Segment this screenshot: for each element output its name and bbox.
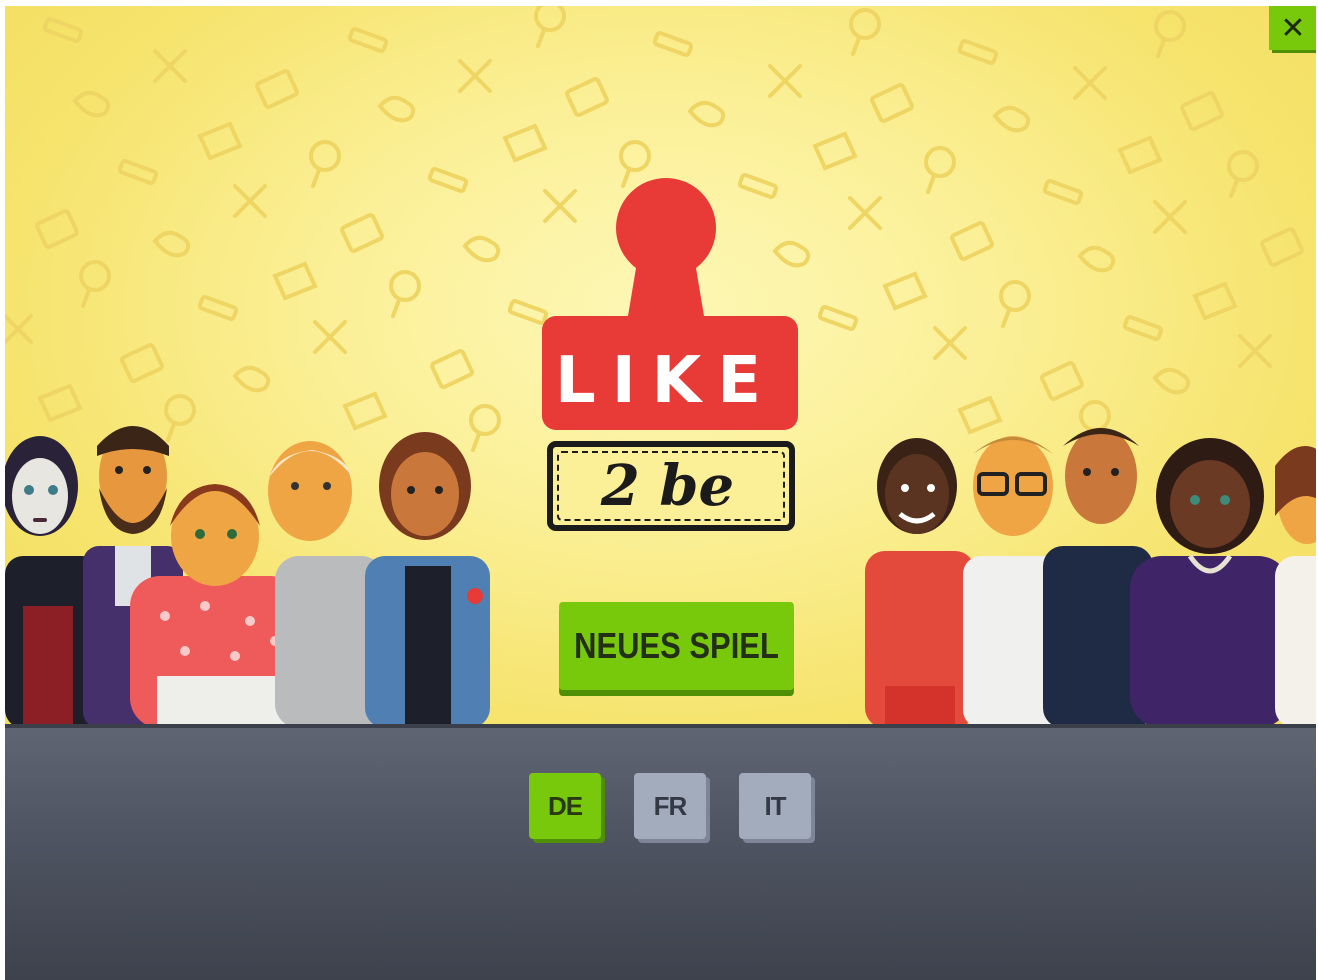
character-purple-dress-woman — [1130, 438, 1290, 728]
character-edge-person — [1275, 446, 1316, 728]
character-denim-girl — [365, 432, 490, 728]
language-panel — [5, 728, 1316, 980]
logo-like-text: LIKE — [555, 344, 777, 418]
language-button-it[interactable]: IT — [739, 773, 811, 839]
language-button-fr[interactable]: FR — [634, 773, 706, 839]
characters-left-group — [5, 426, 490, 728]
logo-2be-text: 2 be — [600, 453, 735, 519]
title-background: LIKE 2 be NEUES SPIEL — [5, 6, 1316, 728]
character-red-polo-man — [865, 438, 975, 728]
characters-right-group — [865, 428, 1316, 728]
new-game-button[interactable]: NEUES SPIEL — [559, 602, 794, 690]
game-stage: LIKE 2 be NEUES SPIEL DE FR IT ✕ — [5, 6, 1316, 980]
close-icon[interactable]: ✕ — [1269, 6, 1316, 50]
language-button-de[interactable]: DE — [529, 773, 601, 839]
